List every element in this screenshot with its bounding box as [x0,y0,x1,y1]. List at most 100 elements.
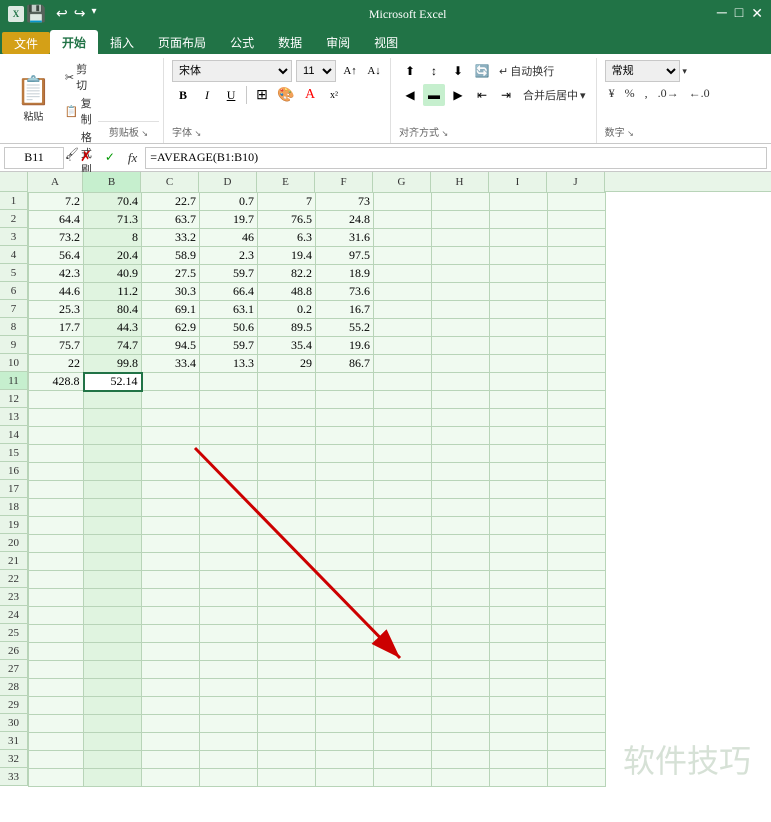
cell-F9[interactable]: 19.6 [316,337,374,355]
cell-H31[interactable] [432,733,490,751]
cell-A25[interactable] [29,625,84,643]
cell-C25[interactable] [142,625,200,643]
font-size-decrease-button[interactable]: A↓ [364,61,384,81]
cell-E14[interactable] [258,427,316,445]
italic-button[interactable]: I [196,84,218,106]
cell-G12[interactable] [374,391,432,409]
cell-G11[interactable] [374,373,432,391]
cell-I5[interactable] [490,265,548,283]
cell-C32[interactable] [142,751,200,769]
cell-J13[interactable] [548,409,606,427]
cell-A26[interactable] [29,643,84,661]
cell-F12[interactable] [316,391,374,409]
cell-I7[interactable] [490,301,548,319]
row-header-24[interactable]: 24 [0,606,28,624]
cell-I10[interactable] [490,355,548,373]
cell-G22[interactable] [374,571,432,589]
bold-button[interactable]: B [172,84,194,106]
cell-F30[interactable] [316,715,374,733]
cell-I21[interactable] [490,553,548,571]
cell-D4[interactable]: 2.3 [200,247,258,265]
row-header-27[interactable]: 27 [0,660,28,678]
cell-B12[interactable] [84,391,142,409]
tab-insert[interactable]: 插入 [98,30,146,54]
cell-E1[interactable]: 7 [258,193,316,211]
cell-I4[interactable] [490,247,548,265]
cell-I13[interactable] [490,409,548,427]
cell-B9[interactable]: 74.7 [84,337,142,355]
cell-A28[interactable] [29,679,84,697]
cell-E3[interactable]: 6.3 [258,229,316,247]
cell-J6[interactable] [548,283,606,301]
cell-B2[interactable]: 71.3 [84,211,142,229]
cell-G23[interactable] [374,589,432,607]
thousand-sep-button[interactable]: , [641,84,652,103]
cell-H11[interactable] [432,373,490,391]
cell-E31[interactable] [258,733,316,751]
decimal-decrease-button[interactable]: ←.0 [685,84,714,103]
cell-J12[interactable] [548,391,606,409]
cell-J22[interactable] [548,571,606,589]
cell-B4[interactable]: 20.4 [84,247,142,265]
cell-C21[interactable] [142,553,200,571]
cell-F13[interactable] [316,409,374,427]
cell-A9[interactable]: 75.7 [29,337,84,355]
cell-H8[interactable] [432,319,490,337]
cell-C13[interactable] [142,409,200,427]
cell-I32[interactable] [490,751,548,769]
cell-I22[interactable] [490,571,548,589]
cell-D27[interactable] [200,661,258,679]
cell-B32[interactable] [84,751,142,769]
cell-I12[interactable] [490,391,548,409]
tab-review[interactable]: 审阅 [314,30,362,54]
indent-increase-button[interactable]: ⇥ [495,84,517,106]
cell-H7[interactable] [432,301,490,319]
cell-E9[interactable]: 35.4 [258,337,316,355]
cell-B11[interactable]: 52.14 [84,373,142,391]
cell-C7[interactable]: 69.1 [142,301,200,319]
cell-I30[interactable] [490,715,548,733]
cell-D1[interactable]: 0.7 [200,193,258,211]
row-header-10[interactable]: 10 [0,354,28,372]
row-header-1[interactable]: 1 [0,192,28,210]
cell-J29[interactable] [548,697,606,715]
cell-B29[interactable] [84,697,142,715]
cell-B18[interactable] [84,499,142,517]
col-header-D[interactable]: D [199,172,257,192]
row-header-17[interactable]: 17 [0,480,28,498]
col-header-B[interactable]: B [83,172,141,192]
cell-B16[interactable] [84,463,142,481]
cell-G26[interactable] [374,643,432,661]
cell-J19[interactable] [548,517,606,535]
formula-confirm-button[interactable]: ✓ [100,148,120,168]
cell-A2[interactable]: 64.4 [29,211,84,229]
cell-D29[interactable] [200,697,258,715]
cell-F32[interactable] [316,751,374,769]
cell-A8[interactable]: 17.7 [29,319,84,337]
cell-F15[interactable] [316,445,374,463]
cell-H16[interactable] [432,463,490,481]
merge-center-button[interactable]: 合并后居中 ▾ [519,85,590,105]
row-header-13[interactable]: 13 [0,408,28,426]
maximize-button[interactable]: □ [735,6,743,23]
cell-H18[interactable] [432,499,490,517]
row-header-18[interactable]: 18 [0,498,28,516]
cell-C3[interactable]: 33.2 [142,229,200,247]
cell-B23[interactable] [84,589,142,607]
cell-G29[interactable] [374,697,432,715]
row-header-14[interactable]: 14 [0,426,28,444]
cell-D13[interactable] [200,409,258,427]
cell-H13[interactable] [432,409,490,427]
cell-E8[interactable]: 89.5 [258,319,316,337]
cell-J4[interactable] [548,247,606,265]
cell-G33[interactable] [374,769,432,787]
cell-D25[interactable] [200,625,258,643]
cell-G15[interactable] [374,445,432,463]
col-header-H[interactable]: H [431,172,489,192]
undo-dropdown[interactable]: ▾ [89,6,98,23]
cell-H24[interactable] [432,607,490,625]
cell-H3[interactable] [432,229,490,247]
cell-D15[interactable] [200,445,258,463]
cell-I15[interactable] [490,445,548,463]
cell-C29[interactable] [142,697,200,715]
